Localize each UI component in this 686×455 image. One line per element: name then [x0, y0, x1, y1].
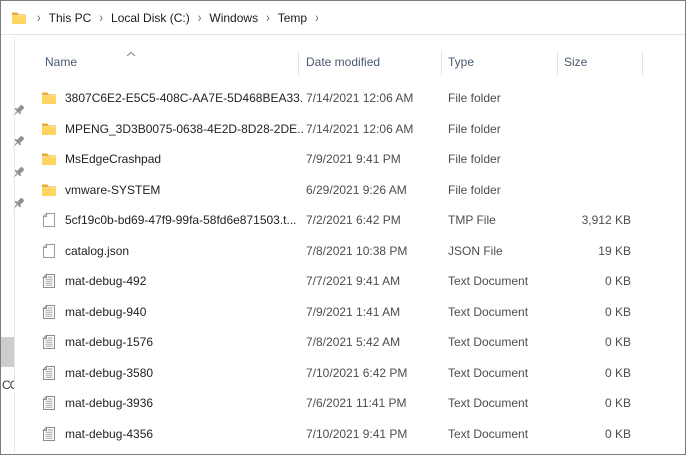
file-row[interactable]: mat-debug-940 7/9/2021 1:41 AM Text Docu… [35, 297, 684, 328]
text-document-icon [41, 426, 57, 442]
file-size: 0 KB [485, 388, 631, 419]
file-date-modified: 7/8/2021 5:42 AM [306, 327, 400, 358]
breadcrumb-item[interactable]: Temp [278, 11, 307, 25]
file-row[interactable]: mat-debug-492 7/7/2021 9:41 AM Text Docu… [35, 266, 684, 297]
folder-icon [41, 182, 57, 198]
column-divider[interactable] [642, 51, 643, 75]
file-name: mat-debug-1576 [65, 327, 303, 358]
file-name: mat-debug-492 [65, 266, 303, 297]
file-row[interactable]: MPENG_3D3B0075-0638-4E2D-8D28-2DE... 7/1… [35, 114, 684, 145]
file-explorer-window: › This PC › Local Disk (C:) › Windows › Temp › [0, 0, 686, 455]
file-name: 3807C6E2-E5C5-408C-AA7E-5D468BEA33... [65, 83, 303, 114]
file-rows: 3807C6E2-E5C5-408C-AA7E-5D468BEA33... 7/… [35, 83, 684, 449]
column-divider[interactable] [298, 51, 299, 75]
file-size: 0 KB [485, 297, 631, 328]
navigation-pane-sliver: CCC [1, 1, 35, 454]
breadcrumb-chevron-icon[interactable]: › [99, 10, 103, 25]
breadcrumb-chevron-icon[interactable]: › [37, 10, 41, 25]
file-row[interactable]: catalog.json 7/8/2021 10:38 PM JSON File… [35, 236, 684, 267]
file-size [485, 175, 631, 206]
file-row[interactable]: mat-debug-4356 7/10/2021 9:41 PM Text Do… [35, 419, 684, 450]
file-date-modified: 6/29/2021 9:26 AM [306, 175, 407, 206]
breadcrumb-item[interactable]: This PC [49, 11, 92, 25]
column-header-name[interactable]: Name [45, 49, 77, 75]
file-name: mat-debug-3580 [65, 358, 303, 389]
file-date-modified: 7/9/2021 9:41 PM [306, 144, 401, 175]
file-date-modified: 7/8/2021 10:38 PM [306, 236, 407, 267]
generic-file-icon [41, 212, 57, 228]
file-size: 0 KB [485, 419, 631, 450]
text-document-icon [41, 395, 57, 411]
column-header-type[interactable]: Type [448, 49, 474, 75]
text-document-icon [41, 273, 57, 289]
file-size: 19 KB [485, 236, 631, 267]
nav-scrollbar-thumb[interactable] [1, 337, 14, 367]
breadcrumb-chevron-icon[interactable]: › [198, 10, 202, 25]
folder-icon [41, 90, 57, 106]
file-date-modified: 7/2/2021 6:42 PM [306, 205, 401, 236]
nav-pane-divider [14, 37, 15, 453]
file-size [485, 144, 631, 175]
text-document-icon [41, 365, 57, 381]
pin-icon[interactable] [10, 103, 26, 119]
file-date-modified: 7/7/2021 9:41 AM [306, 266, 400, 297]
file-row[interactable]: 5cf19c0b-bd69-47f9-99fa-58fd6e871503.t..… [35, 205, 684, 236]
file-date-modified: 7/10/2021 9:41 PM [306, 419, 407, 450]
pin-icon[interactable] [10, 134, 26, 150]
file-size: 0 KB [485, 327, 631, 358]
folder-icon [41, 121, 57, 137]
file-size: 0 KB [485, 266, 631, 297]
file-date-modified: 7/14/2021 12:06 AM [306, 114, 413, 145]
file-date-modified: 7/10/2021 6:42 PM [306, 358, 407, 389]
folder-icon [41, 151, 57, 167]
text-document-icon [41, 304, 57, 320]
breadcrumb-item[interactable]: Windows [209, 11, 258, 25]
column-header-size[interactable]: Size [564, 49, 587, 75]
file-name: mat-debug-940 [65, 297, 303, 328]
file-date-modified: 7/6/2021 11:41 PM [306, 388, 407, 419]
breadcrumb-item[interactable]: Local Disk (C:) [111, 11, 190, 25]
file-date-modified: 7/14/2021 12:06 AM [306, 83, 413, 114]
file-row[interactable]: MsEdgeCrashpad 7/9/2021 9:41 PM File fol… [35, 144, 684, 175]
file-date-modified: 7/9/2021 1:41 AM [306, 297, 400, 328]
column-divider[interactable] [557, 51, 558, 75]
pin-icon[interactable] [10, 196, 26, 212]
file-size [485, 114, 631, 145]
file-size: 3,912 KB [485, 205, 631, 236]
file-row[interactable]: mat-debug-3936 7/6/2021 11:41 PM Text Do… [35, 388, 684, 419]
generic-file-icon [41, 243, 57, 259]
file-row[interactable]: 3807C6E2-E5C5-408C-AA7E-5D468BEA33... 7/… [35, 83, 684, 114]
file-name: vmware-SYSTEM [65, 175, 303, 206]
file-row[interactable]: mat-debug-1576 7/8/2021 5:42 AM Text Doc… [35, 327, 684, 358]
breadcrumb-chevron-icon[interactable]: › [315, 10, 319, 25]
column-divider[interactable] [441, 51, 442, 75]
file-name: MPENG_3D3B0075-0638-4E2D-8D28-2DE... [65, 114, 303, 145]
file-size: 0 KB [485, 358, 631, 389]
sort-ascending-icon[interactable] [125, 44, 137, 50]
breadcrumb-chevron-icon[interactable]: › [266, 10, 270, 25]
column-header-date-modified[interactable]: Date modified [306, 49, 380, 75]
file-list-area: Name Date modified Type Size 3807C6E2-E5… [35, 36, 684, 453]
file-name: 5cf19c0b-bd69-47f9-99fa-58fd6e871503.t..… [65, 205, 303, 236]
breadcrumb: › This PC › Local Disk (C:) › Windows › Temp › [1, 1, 685, 35]
column-header-row: Name Date modified Type Size [35, 49, 684, 75]
file-size [485, 83, 631, 114]
file-name: mat-debug-4356 [65, 419, 303, 450]
file-row[interactable]: mat-debug-3580 7/10/2021 6:42 PM Text Do… [35, 358, 684, 389]
file-row[interactable]: vmware-SYSTEM 6/29/2021 9:26 AM File fol… [35, 175, 684, 206]
file-name: MsEdgeCrashpad [65, 144, 303, 175]
pin-icon[interactable] [10, 165, 26, 181]
file-name: mat-debug-3936 [65, 388, 303, 419]
text-document-icon [41, 334, 57, 350]
file-name: catalog.json [65, 236, 303, 267]
